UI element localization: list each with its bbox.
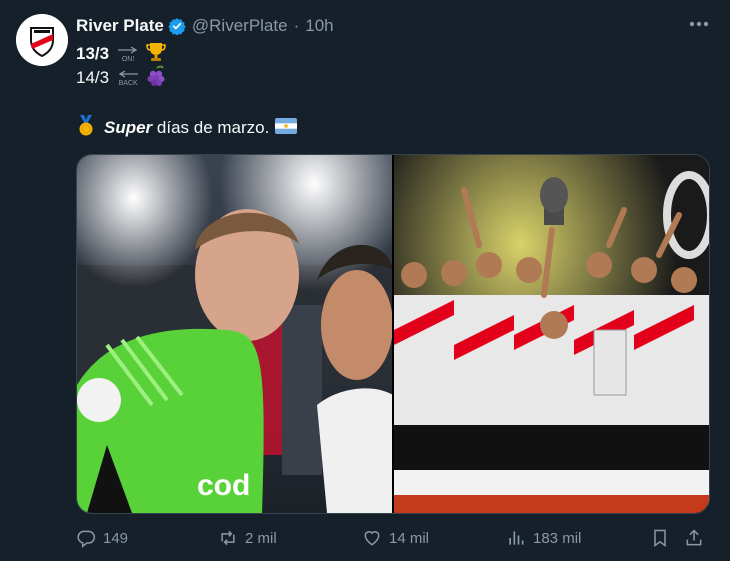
bookmark-button[interactable] (650, 528, 677, 548)
svg-text:cod: cod (197, 469, 250, 502)
more-dots-icon (689, 21, 709, 27)
separator: · (293, 16, 300, 35)
tweet[interactable]: River Plate @RiverPlate · 10h 13/3 ON! 1… (0, 0, 730, 561)
grapes-icon (145, 65, 167, 92)
author-name[interactable]: River Plate (76, 16, 164, 36)
timestamp[interactable]: 10h (305, 16, 333, 36)
photo-team-trophy[interactable] (394, 155, 709, 513)
like-count: 14 mil (389, 529, 430, 547)
avatar[interactable] (16, 14, 68, 66)
photo-goalkeeper-celebration[interactable]: cod (77, 155, 392, 513)
on-arrow-label: ON! (121, 55, 135, 63)
more-options-button[interactable] (686, 14, 712, 34)
tweet-line-3: Super días de marzo. (76, 114, 298, 142)
retweet-button[interactable]: 2 mil (218, 528, 277, 548)
dias-de-marzo-text: días de marzo. (152, 118, 270, 137)
tweet-line-1: 13/3 ON! (76, 42, 167, 66)
author-handle[interactable]: @RiverPlate (192, 16, 288, 36)
tweet-actions-bar: 149 2 mil 14 mil 183 mil (76, 524, 716, 552)
back-arrow-icon: BACK (117, 69, 139, 87)
bookmark-icon (654, 529, 666, 547)
reply-icon (77, 530, 96, 548)
tweet-header: River Plate @RiverPlate · 10h (76, 15, 334, 37)
date-13-3: 13/3 (76, 44, 110, 63)
views-icon (509, 531, 524, 545)
on-arrow-icon: ON! (117, 45, 139, 63)
share-icon (686, 529, 702, 546)
argentina-flag-icon (275, 117, 298, 139)
date-14-3: 14/3 (76, 68, 110, 87)
share-button[interactable] (684, 528, 711, 548)
retweet-count: 2 mil (245, 529, 277, 547)
like-button[interactable]: 14 mil (362, 528, 429, 548)
media-grid: cod (76, 154, 710, 514)
views-button[interactable]: 183 mil (506, 528, 581, 548)
back-arrow-label: BACK (118, 79, 138, 87)
trophy-icon (145, 41, 167, 68)
retweet-icon (221, 530, 235, 546)
views-count: 183 mil (533, 529, 582, 547)
reply-button[interactable]: 149 (76, 528, 128, 548)
heart-icon (364, 531, 380, 546)
tweet-line-2: 14/3 BACK (76, 65, 167, 92)
medal-icon (76, 114, 96, 142)
super-text: Super (104, 118, 153, 137)
river-plate-crest-icon (16, 14, 68, 66)
reply-count: 149 (103, 529, 129, 547)
verified-badge-icon (168, 18, 186, 35)
